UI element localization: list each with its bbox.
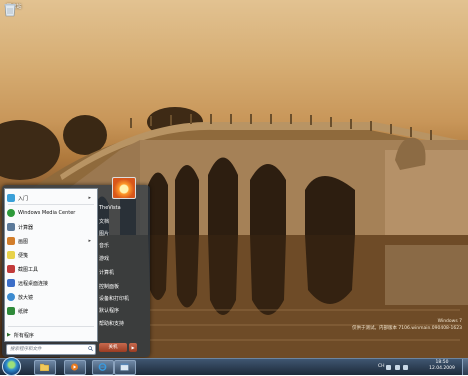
chevron-right-icon: ▶ <box>131 345 135 350</box>
start-button[interactable] <box>2 357 21 376</box>
start-link-music[interactable]: 音乐 <box>99 242 109 252</box>
program-taskbar-button[interactable] <box>114 360 136 375</box>
start-item-calculator[interactable]: 计算器 <box>7 221 93 233</box>
search-placeholder: 搜索程序和文件 <box>10 347 42 352</box>
user-picture[interactable] <box>112 177 136 199</box>
solitaire-icon <box>7 307 15 315</box>
build-watermark: Windows 7 仅供于测试。内部版本 7106.winmain.090408… <box>352 318 462 332</box>
calculator-icon <box>7 223 15 231</box>
notification-area: CH <box>378 361 418 373</box>
start-item-label: 便笺 <box>18 252 29 259</box>
remote-desktop-icon <box>7 279 15 287</box>
shutdown-button[interactable]: 关机 <box>99 343 127 352</box>
start-menu: 入门 ▸ Windows Media Center 计算器 画图 ▸ 便笺 截图… <box>2 177 150 357</box>
submenu-arrow-icon: ▸ <box>88 238 91 244</box>
start-item-label: 入门 <box>18 195 29 202</box>
watermark-build: 仅供于测试。内部版本 7106.winmain.090408-1623 <box>351 326 462 331</box>
search-icon <box>88 346 93 351</box>
window-icon <box>120 363 129 371</box>
shutdown-options-button[interactable]: ▶ <box>129 343 137 352</box>
start-link-computer[interactable]: 计算机 <box>99 269 114 279</box>
start-item-label: 画图 <box>18 238 29 245</box>
start-item-remote-desktop[interactable]: 远程桌面连接 <box>7 277 93 289</box>
volume-icon[interactable] <box>403 365 409 370</box>
snipping-tool-icon <box>7 265 15 273</box>
start-item-sticky-notes[interactable]: 便笺 <box>7 249 93 261</box>
start-item-label: 截图工具 <box>18 266 39 273</box>
explorer-taskbar-button[interactable] <box>34 360 56 375</box>
taskbar: CH 18:50 12.04.2009 <box>0 357 468 376</box>
watermark-edition: Windows 7 <box>437 319 462 324</box>
all-programs-arrow-icon: ▶ <box>7 332 11 338</box>
start-link-documents[interactable]: 文档 <box>99 218 109 228</box>
folder-icon <box>40 363 49 371</box>
language-indicator[interactable]: CH <box>378 364 385 369</box>
show-desktop-button[interactable] <box>462 359 468 375</box>
start-item-media-center[interactable]: Windows Media Center <box>7 207 93 219</box>
start-link-help-support[interactable]: 帮助和支持 <box>99 320 124 330</box>
recycle-bin-shortcut[interactable]: 回收站 <box>4 3 24 17</box>
magnifier-icon <box>7 293 15 301</box>
start-item-solitaire[interactable]: 纸牌 <box>7 305 93 317</box>
clock-date: 12.04.2009 <box>429 366 455 371</box>
media-player-taskbar-button[interactable] <box>64 360 86 375</box>
media-center-icon <box>7 209 15 217</box>
start-item-label: Windows Media Center <box>18 210 76 216</box>
internet-explorer-icon <box>98 363 107 371</box>
start-item-paint[interactable]: 画图 ▸ <box>7 235 93 247</box>
start-item-snipping-tool[interactable]: 截图工具 <box>7 263 93 275</box>
start-link-user[interactable]: TheVista <box>99 205 121 215</box>
menu-separator <box>8 326 94 327</box>
getting-started-icon <box>7 194 15 202</box>
ie-taskbar-button[interactable] <box>92 360 114 375</box>
menu-separator <box>8 204 94 205</box>
start-link-devices-printers[interactable]: 设备和打印机 <box>99 295 129 305</box>
flag-icon[interactable] <box>394 365 400 370</box>
start-item-label: 远程桌面连接 <box>18 280 49 287</box>
sticky-notes-icon <box>7 251 15 259</box>
start-item-label: 纸牌 <box>18 308 29 315</box>
media-player-icon <box>71 363 78 371</box>
start-link-pictures[interactable]: 图片 <box>99 230 109 240</box>
all-programs-label: 所有程序 <box>13 332 34 339</box>
start-item-getting-started[interactable]: 入门 ▸ <box>7 192 93 204</box>
submenu-arrow-icon: ▸ <box>88 195 91 201</box>
all-programs-button[interactable]: ▶ 所有程序 <box>7 330 93 340</box>
start-link-default-programs[interactable]: 默认程序 <box>99 307 119 317</box>
start-menu-programs-pane: 入门 ▸ Windows Media Center 计算器 画图 ▸ 便笺 截图… <box>4 188 98 342</box>
network-icon[interactable] <box>386 365 392 370</box>
start-item-label: 计算器 <box>18 224 34 231</box>
start-link-control-panel[interactable]: 控制面板 <box>99 283 119 293</box>
start-item-magnifier[interactable]: 放大镜 <box>7 291 93 303</box>
paint-icon <box>7 237 15 245</box>
start-item-label: 放大镜 <box>18 294 34 301</box>
system-clock[interactable]: 18:50 12.04.2009 <box>428 360 456 372</box>
start-link-games[interactable]: 游戏 <box>99 255 109 265</box>
recycle-bin-icon <box>4 4 16 17</box>
start-search-input[interactable]: 搜索程序和文件 <box>6 344 96 355</box>
